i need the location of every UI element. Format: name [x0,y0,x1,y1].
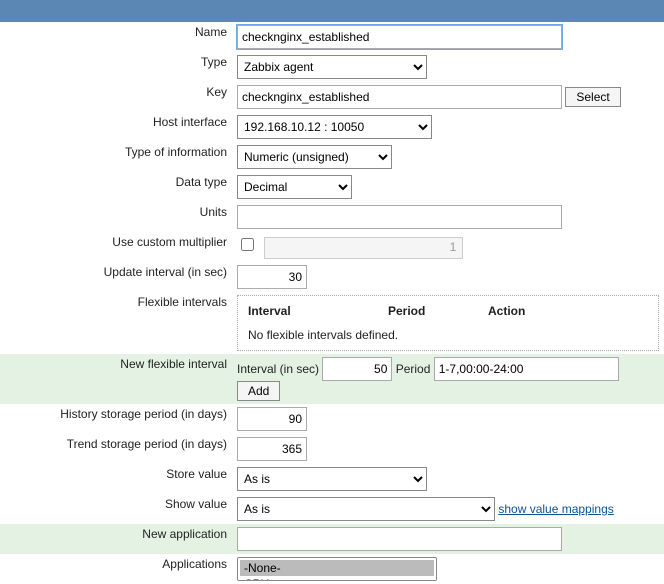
history-input[interactable] [237,407,307,431]
label-show-value: Show value [0,494,232,524]
type-info-select[interactable]: Numeric (unsigned) [237,145,392,169]
label-trend: Trend storage period (in days) [0,434,232,464]
top-bar [0,0,664,22]
flex-header-action: Action [488,304,568,318]
app-option-cpu[interactable]: CPU [240,576,434,581]
app-option-none[interactable]: -None- [240,560,434,576]
label-new-application: New application [0,524,232,554]
flex-header-interval: Interval [248,304,388,318]
update-interval-input[interactable] [237,265,307,289]
label-type-info: Type of information [0,142,232,172]
select-button[interactable]: Select [565,87,620,107]
multiplier-value: 1 [264,237,463,259]
host-interface-select[interactable]: 192.168.10.12 : 10050 [237,115,432,139]
key-input[interactable] [237,85,562,109]
label-new-flexible: New flexible interval [0,354,232,404]
flex-interval-input[interactable] [322,357,392,381]
new-application-input[interactable] [237,527,562,551]
label-host-interface: Host interface [0,112,232,142]
name-input[interactable] [237,25,562,49]
show-value-mappings-link[interactable]: show value mappings [498,502,613,516]
label-key: Key [0,82,232,112]
trend-input[interactable] [237,437,307,461]
store-value-select[interactable]: As is [237,467,427,491]
label-store-value: Store value [0,464,232,494]
label-data-type: Data type [0,172,232,202]
type-select[interactable]: Zabbix agent [237,55,427,79]
label-units: Units [0,202,232,232]
label-name: Name [0,22,232,52]
label-type: Type [0,52,232,82]
flex-period-input[interactable] [434,357,619,381]
flexible-intervals-box: Interval Period Action No flexible inter… [237,295,659,351]
label-update-interval: Update interval (in sec) [0,262,232,292]
label-flexible-intervals: Flexible intervals [0,292,232,354]
item-form: Name Type Zabbix agent Key Select Host i… [0,22,664,584]
applications-select[interactable]: -None- CPU [237,557,437,581]
flex-empty-text: No flexible intervals defined. [248,328,648,342]
data-type-select[interactable]: Decimal [237,175,352,199]
show-value-select[interactable]: As is [237,497,495,521]
flex-header-period: Period [388,304,488,318]
label-applications: Applications [0,554,232,584]
flex-period-label: Period [396,362,431,376]
label-history: History storage period (in days) [0,404,232,434]
add-button[interactable]: Add [237,381,280,401]
units-input[interactable] [237,205,562,229]
multiplier-checkbox[interactable] [241,238,254,251]
flex-interval-label: Interval (in sec) [237,362,319,376]
label-multiplier: Use custom multiplier [0,232,232,262]
